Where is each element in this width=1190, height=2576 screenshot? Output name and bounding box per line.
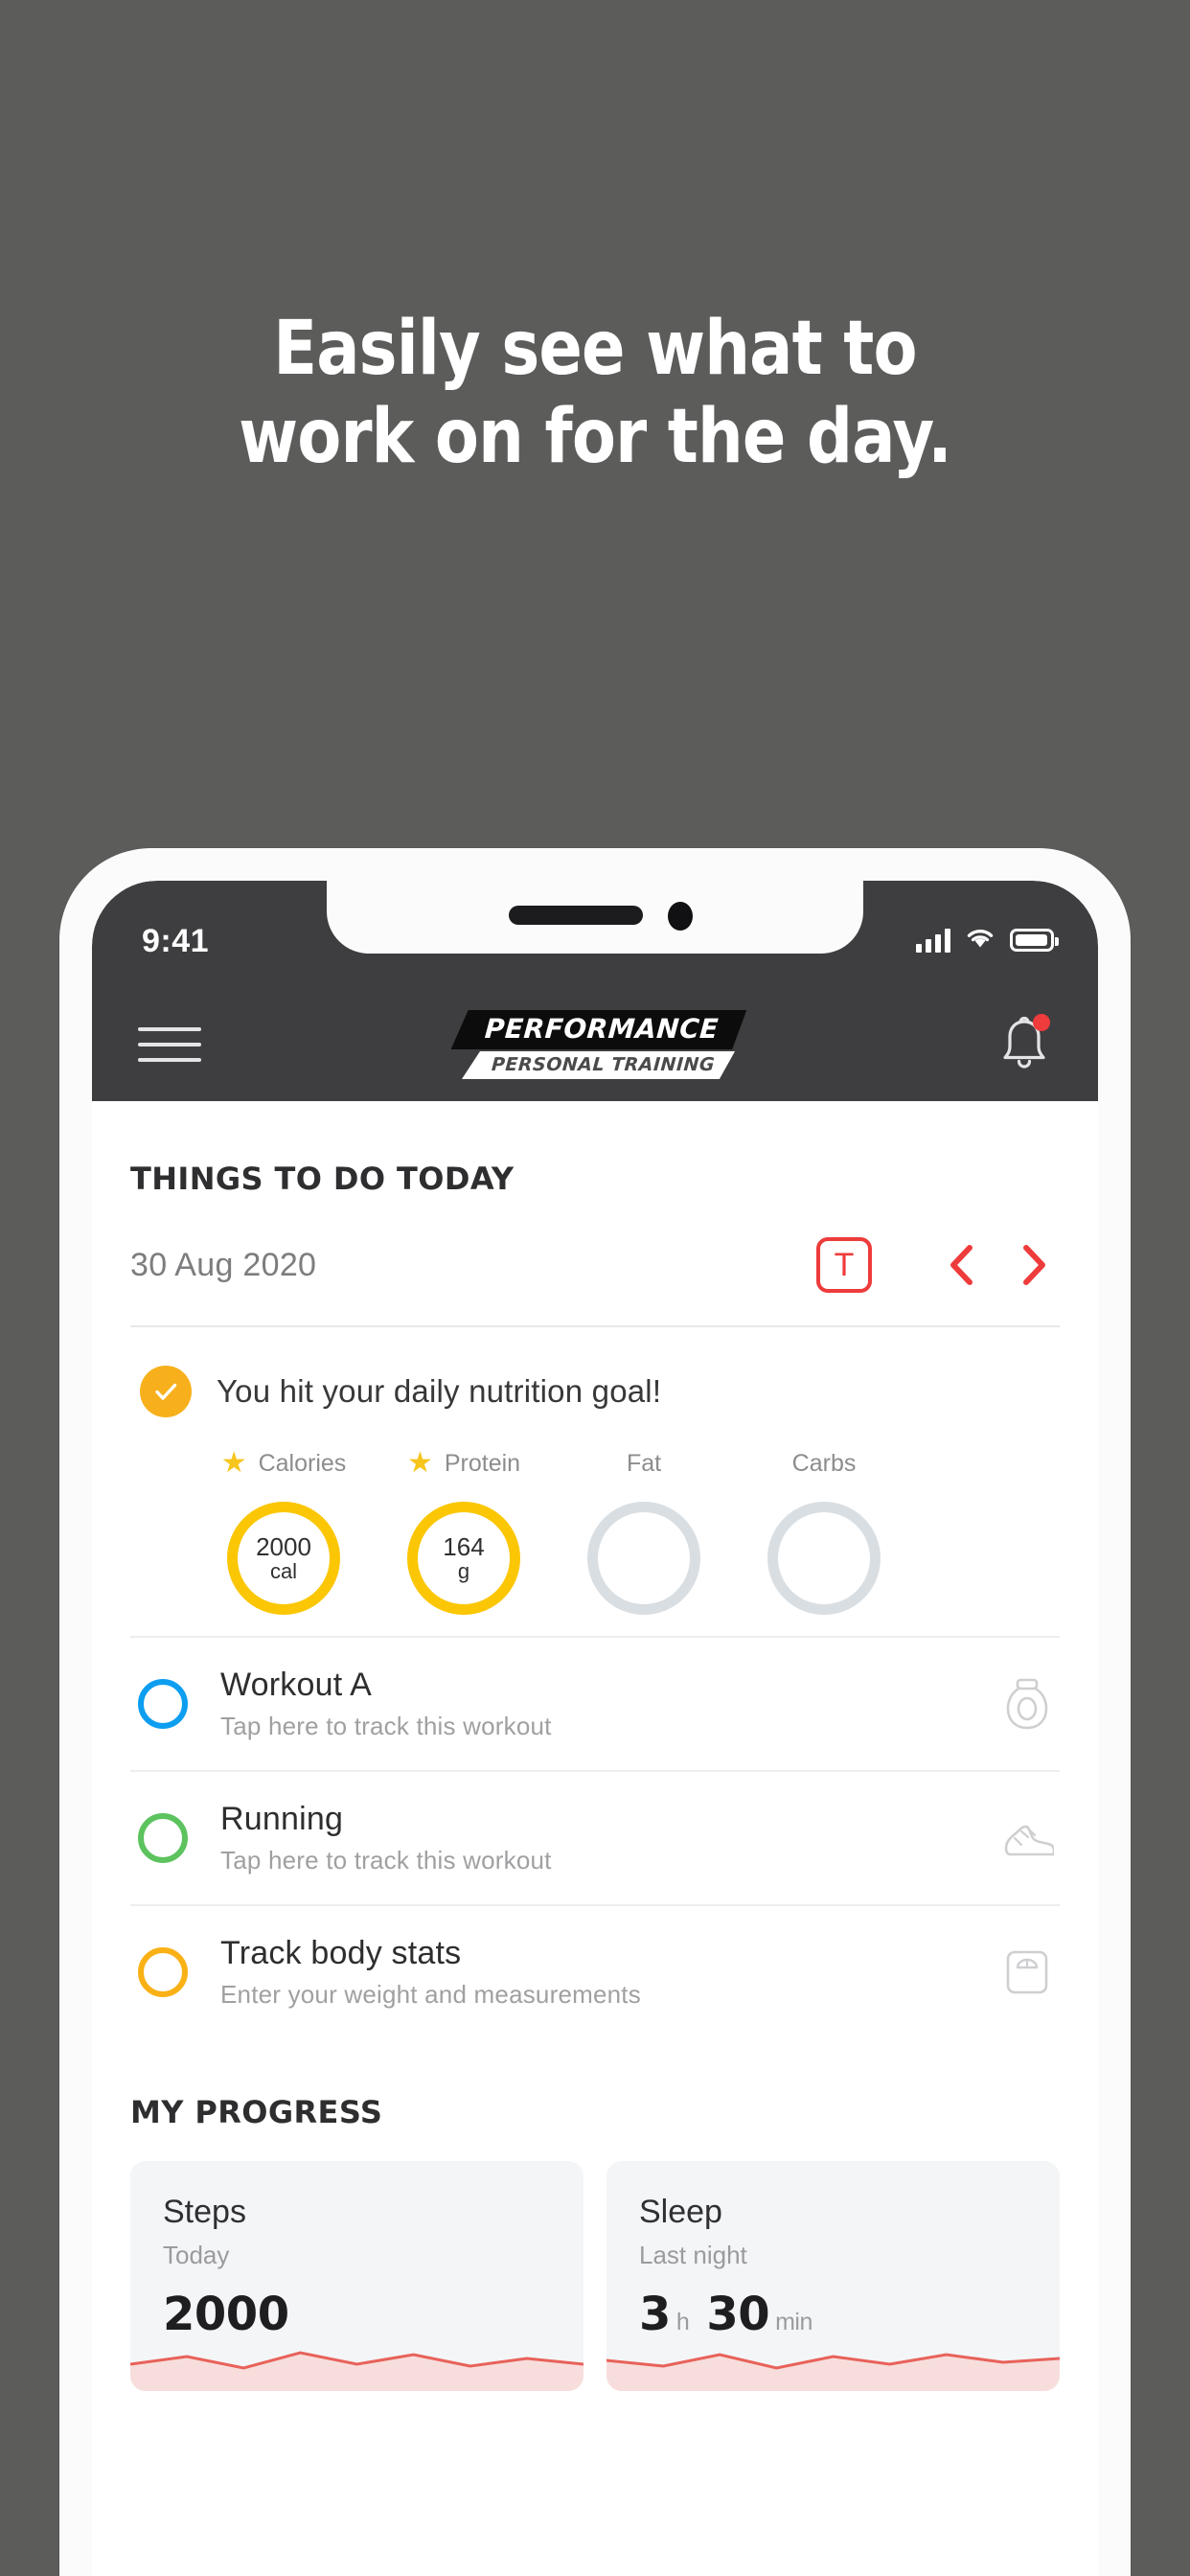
battery-icon [1010, 929, 1059, 952]
macro-label-row: ★ Calories [221, 1442, 347, 1484]
card-title: Steps [163, 2194, 246, 2230]
macro-carbs[interactable]: Carbs [734, 1442, 914, 1615]
macro-label-row: Carbs [792, 1442, 857, 1484]
task-status-circle[interactable] [138, 1679, 188, 1729]
macro-fat[interactable]: Fat [554, 1442, 734, 1615]
progress-cards: Steps Today 2000 Sleep Last night 3 h 30… [130, 2130, 1060, 2391]
card-value: 2000 [163, 2288, 289, 2341]
progress-card-steps[interactable]: Steps Today 2000 [130, 2161, 584, 2391]
task-text: Workout A Tap here to track this workout [220, 1667, 995, 1741]
today-button[interactable]: T [816, 1237, 872, 1293]
task-row-running[interactable]: Running Tap here to track this workout [130, 1770, 1060, 1904]
phone-notch [327, 881, 863, 954]
wifi-icon [964, 926, 996, 955]
card-unit-minutes: min [775, 2309, 812, 2335]
nutrition-goal-message: You hit your daily nutrition goal! [217, 1373, 662, 1409]
macro-ring [587, 1502, 700, 1615]
task-text: Track body stats Enter your weight and m… [220, 1935, 995, 2010]
headline-line-2: work on for the day. [239, 394, 952, 481]
sleep-sparkline [606, 2335, 1060, 2391]
screen-content: THINGS TO DO TODAY 30 Aug 2020 T You hit [92, 1101, 1098, 2391]
star-icon: ★ [220, 1447, 247, 1479]
phone-screen: 9:41 PERFORMANCE PERSONAL TRAINING THING… [92, 881, 1098, 2576]
date-navigation-row: 30 Aug 2020 T [130, 1197, 1060, 1327]
card-subtitle: Last night [639, 2241, 747, 2269]
steps-sparkline [130, 2335, 584, 2391]
app-dark-header: 9:41 PERFORMANCE PERSONAL TRAINING [92, 881, 1098, 1101]
headline-line-1: Easily see what to [273, 306, 917, 392]
task-title: Track body stats [220, 1935, 462, 1971]
task-text: Running Tap here to track this workout [220, 1801, 995, 1875]
app-bar: PERFORMANCE PERSONAL TRAINING [92, 988, 1098, 1101]
app-logo: PERFORMANCE PERSONAL TRAINING [201, 1010, 996, 1079]
logo-primary-text: PERFORMANCE [451, 1010, 747, 1049]
progress-card-sleep[interactable]: Sleep Last night 3 h 30 min [606, 2161, 1060, 2391]
kettlebell-icon [995, 1674, 1060, 1734]
macro-ring [767, 1502, 881, 1615]
card-value-row: 2000 [163, 2288, 307, 2341]
weight-scale-icon [995, 1943, 1060, 2002]
task-subtitle: Tap here to track this workout [220, 1712, 552, 1740]
nutrition-goal-block[interactable]: You hit your daily nutrition goal! ★ Cal… [130, 1327, 1060, 1636]
macro-calories[interactable]: ★ Calories 2000 cal [194, 1442, 374, 1615]
macro-unit: cal [269, 1559, 298, 1584]
task-subtitle: Tap here to track this workout [220, 1846, 552, 1874]
macro-rings: ★ Calories 2000 cal ★ Protein 164 g Fat … [140, 1417, 1060, 1615]
card-unit-hours: h [675, 2309, 690, 2335]
macro-label: Calories [258, 1449, 347, 1477]
macro-ring: 2000 cal [227, 1502, 340, 1615]
cellular-signal-icon [916, 928, 950, 953]
phone-device-frame: 9:41 PERFORMANCE PERSONAL TRAINING THING… [59, 848, 1131, 2576]
macro-label: Carbs [791, 1449, 857, 1477]
card-subtitle: Today [163, 2241, 230, 2269]
macro-label-row: ★ Protein [407, 1442, 520, 1484]
task-status-circle[interactable] [138, 1947, 188, 1997]
notification-badge [1033, 1014, 1050, 1031]
status-bar-time: 9:41 [142, 923, 210, 959]
task-title: Running [220, 1801, 344, 1837]
check-circle-icon [140, 1366, 192, 1417]
macro-unit: g [457, 1559, 470, 1584]
macro-value: 2000 [256, 1531, 311, 1561]
card-value-hours: 3 [639, 2288, 671, 2341]
card-value-minutes: 30 [706, 2288, 770, 2341]
macro-label-row: Fat [627, 1442, 661, 1484]
chevron-right-icon[interactable] [1008, 1237, 1060, 1293]
star-icon: ★ [406, 1447, 433, 1479]
current-date-label: 30 Aug 2020 [130, 1246, 317, 1283]
things-to-do-title: THINGS TO DO TODAY [130, 1161, 515, 1197]
bell-icon[interactable] [996, 1014, 1052, 1075]
task-subtitle: Enter your weight and measurements [220, 1980, 641, 2009]
card-value-row: 3 h 30 min [639, 2288, 824, 2341]
task-row-workout-a[interactable]: Workout A Tap here to track this workout [130, 1636, 1060, 1770]
macro-label: Protein [444, 1449, 521, 1477]
nutrition-goal-header: You hit your daily nutrition goal! [140, 1366, 1060, 1417]
earpiece-speaker [509, 906, 643, 925]
task-title: Workout A [220, 1667, 373, 1703]
running-shoe-icon [995, 1808, 1060, 1868]
my-progress-title: MY PROGRESS [130, 2094, 383, 2130]
logo-secondary-text: PERSONAL TRAINING [462, 1051, 735, 1079]
macro-value: 164 [443, 1531, 485, 1561]
chevron-left-icon[interactable] [935, 1237, 987, 1293]
front-camera [668, 902, 693, 931]
card-title: Sleep [639, 2194, 722, 2230]
task-status-circle[interactable] [138, 1813, 188, 1863]
marketing-headline: Easily see what to work on for the day. [83, 305, 1107, 481]
macro-protein[interactable]: ★ Protein 164 g [374, 1442, 554, 1615]
task-row-body-stats[interactable]: Track body stats Enter your weight and m… [130, 1904, 1060, 2038]
hamburger-menu-icon[interactable] [138, 1027, 201, 1062]
macro-ring: 164 g [407, 1502, 520, 1615]
macro-label: Fat [626, 1449, 662, 1477]
status-bar-icons [916, 923, 1059, 957]
